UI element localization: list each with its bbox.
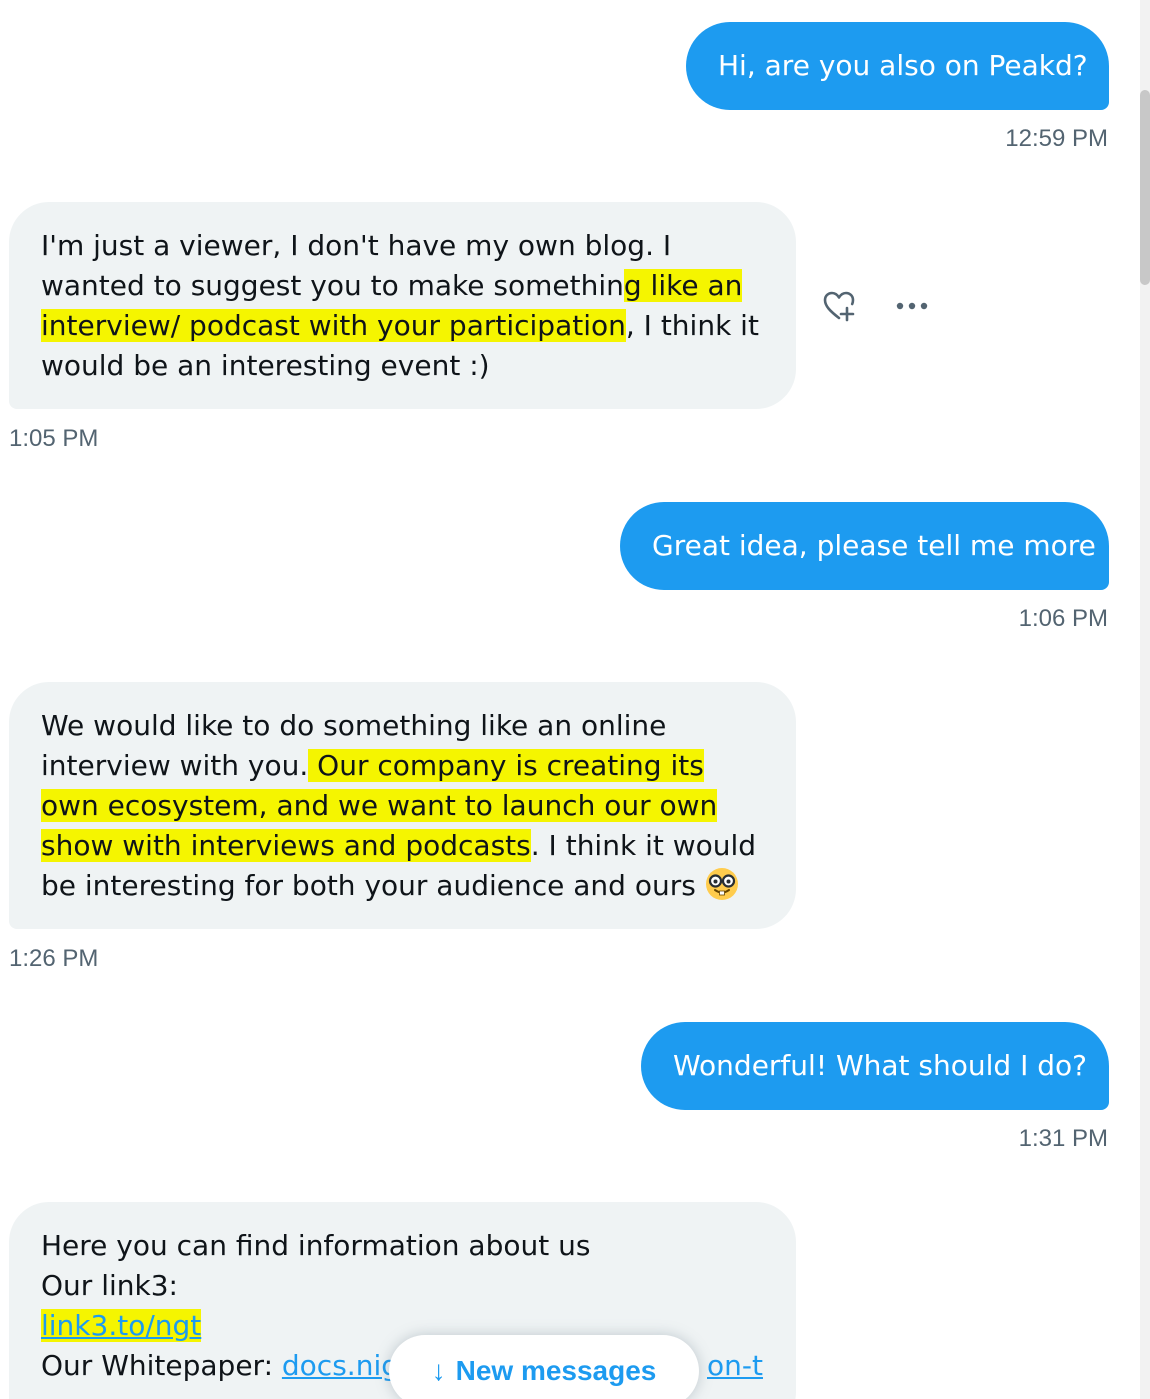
message-text: Our link3: <box>41 1269 178 1302</box>
message-timestamp: 1:05 PM <box>9 425 99 452</box>
message-text: I'm just a viewer, I don't have my own b… <box>41 229 672 302</box>
message-timestamp: 1:31 PM <box>1018 1125 1108 1152</box>
dm-conversation: Hi, are you also on Peakd? 12:59 PM I'm … <box>0 0 1150 1399</box>
received-message-bubble[interactable]: I'm just a viewer, I don't have my own b… <box>9 202 796 409</box>
arrow-down-icon: ↓ <box>431 1355 446 1386</box>
heart-plus-icon[interactable] <box>818 284 862 328</box>
message-text: Hi, are you also on Peakd? <box>718 49 1088 82</box>
new-messages-button[interactable]: ↓ New messages <box>389 1335 699 1399</box>
nerd-face-emoji <box>705 867 739 901</box>
message-timestamp: 12:59 PM <box>1005 125 1108 152</box>
message-timestamp: 1:06 PM <box>1018 605 1108 632</box>
whitepaper-link-end[interactable]: on-t <box>707 1349 763 1382</box>
link3-link[interactable]: link3.to/ngt <box>41 1309 202 1342</box>
message-text: Our Whitepaper: <box>41 1349 282 1382</box>
scrollbar-thumb[interactable] <box>1140 90 1150 285</box>
more-horizontal-icon[interactable] <box>890 284 934 328</box>
new-messages-label: New messages <box>455 1355 657 1386</box>
sent-message-bubble[interactable]: Wonderful! What should I do? <box>641 1022 1109 1110</box>
sent-message-bubble[interactable]: Hi, are you also on Peakd? <box>686 22 1109 110</box>
message-text: Wonderful! What should I do? <box>673 1049 1087 1082</box>
message-text: Great idea, please tell me more <box>652 529 1096 562</box>
sent-message-bubble[interactable]: Great idea, please tell me more <box>620 502 1109 590</box>
message-timestamp: 1:26 PM <box>9 945 99 972</box>
received-message-bubble[interactable]: We would like to do something like an on… <box>9 682 796 929</box>
whitepaper-link[interactable]: docs.nig <box>282 1349 399 1382</box>
message-text: Here you can find information about us <box>41 1229 591 1262</box>
